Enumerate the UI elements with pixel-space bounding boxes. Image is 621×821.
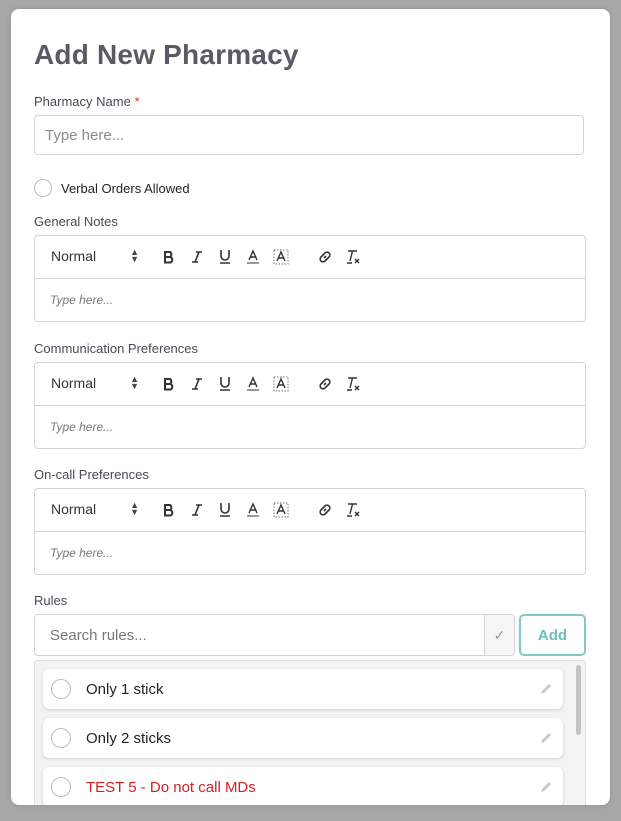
rule-radio[interactable] [51,679,71,699]
check-icon[interactable]: ✓ [484,615,514,655]
rule-radio[interactable] [51,777,71,797]
link-icon[interactable] [315,500,335,520]
scrollbar[interactable] [576,665,581,735]
add-rule-button[interactable]: Add [519,614,586,656]
rules-search-input[interactable] [35,615,485,655]
pencil-icon[interactable] [539,731,553,745]
verbal-orders-toggle[interactable]: Verbal Orders Allowed [34,177,190,199]
format-select-value: Normal [51,501,97,517]
verbal-orders-radio[interactable] [34,179,52,197]
italic-icon[interactable] [187,500,207,520]
editor-content[interactable]: Type here... [35,406,585,449]
underline-icon[interactable] [215,500,235,520]
editor-toolbar: Normal ▲ ▼ [35,363,585,406]
link-icon[interactable] [315,247,335,267]
pencil-icon[interactable] [539,682,553,696]
format-select-value: Normal [51,375,97,391]
rule-text: Only 2 sticks [86,729,172,747]
format-select[interactable]: Normal ▲ ▼ [51,248,139,266]
on-call-preferences-editor: Normal ▲ ▼ Type here... [34,488,586,575]
font-color-icon[interactable] [243,247,263,267]
on-call-preferences-label: On-call Preferences [34,467,149,482]
pharmacy-name-label: Pharmacy Name * [34,94,140,109]
clear-format-icon[interactable] [343,500,363,520]
italic-icon[interactable] [187,247,207,267]
rules-list[interactable]: Only 1 stick Only 2 sticks TEST 5 - Do n… [34,660,586,805]
pencil-icon[interactable] [539,780,553,794]
editor-content[interactable]: Type here... [35,532,585,575]
font-color-icon[interactable] [243,374,263,394]
required-mark: * [134,94,140,109]
select-arrows-icon: ▲ ▼ [130,247,139,264]
verbal-orders-label: Verbal Orders Allowed [61,180,190,196]
rule-item[interactable]: TEST 5 - Do not call MDs [43,767,563,805]
general-notes-label: General Notes [34,214,118,229]
editor-content[interactable]: Type here... [35,279,585,322]
communication-preferences-label: Communication Preferences [34,341,199,356]
rule-text: TEST 5 - Do not call MDs [86,778,256,796]
background-color-icon[interactable] [271,247,291,267]
select-arrows-icon: ▲ ▼ [130,374,139,391]
clear-format-icon[interactable] [343,374,363,394]
editor-toolbar: Normal ▲ ▼ [35,489,585,532]
format-select[interactable]: Normal ▲ ▼ [51,375,139,393]
bold-icon[interactable] [159,500,179,520]
bold-icon[interactable] [159,247,179,267]
rules-search: ✓ [34,614,515,656]
underline-icon[interactable] [215,247,235,267]
rules-label: Rules [34,593,68,608]
rule-radio[interactable] [51,728,71,748]
clear-format-icon[interactable] [343,247,363,267]
modal-title: Add New Pharmacy [34,39,299,70]
format-select[interactable]: Normal ▲ ▼ [51,501,139,519]
bold-icon[interactable] [159,374,179,394]
pharmacy-name-input[interactable] [34,115,584,155]
general-notes-editor: Normal ▲ ▼ Type here... [34,235,586,322]
add-pharmacy-modal: Add New Pharmacy Pharmacy Name * Verbal … [11,9,610,805]
italic-icon[interactable] [187,374,207,394]
underline-icon[interactable] [215,374,235,394]
font-color-icon[interactable] [243,500,263,520]
editor-toolbar: Normal ▲ ▼ [35,236,585,279]
pharmacy-name-label-text: Pharmacy Name [34,94,131,109]
rule-item[interactable]: Only 1 stick [43,669,563,709]
rule-item[interactable]: Only 2 sticks [43,718,563,758]
format-select-value: Normal [51,248,97,264]
select-arrows-icon: ▲ ▼ [130,500,139,517]
background-color-icon[interactable] [271,374,291,394]
communication-preferences-editor: Normal ▲ ▼ Type here... [34,362,586,449]
link-icon[interactable] [315,374,335,394]
rule-text: Only 1 stick [86,680,164,698]
background-color-icon[interactable] [271,500,291,520]
